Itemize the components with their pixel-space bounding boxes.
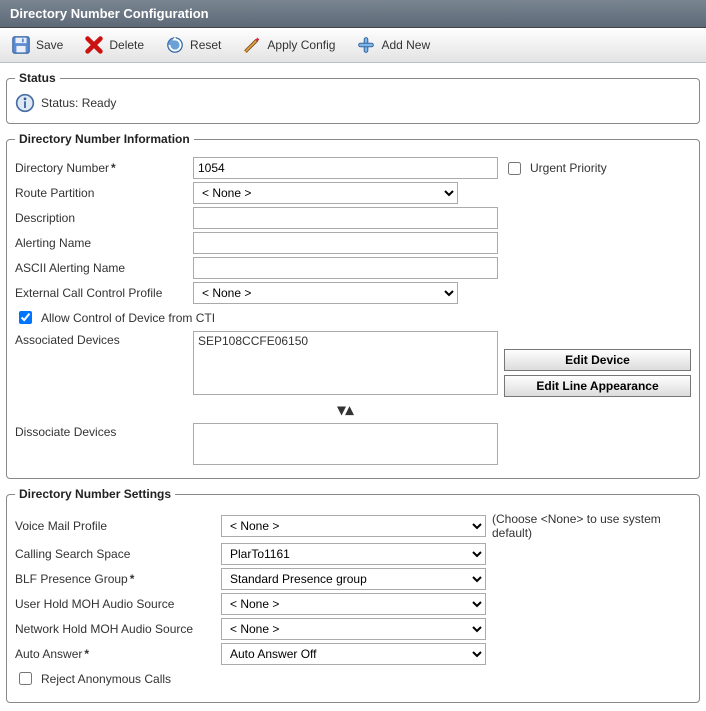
urgent-priority-row[interactable]: Urgent Priority: [504, 159, 691, 178]
pencil-icon: [241, 34, 263, 56]
dn-info-legend: Directory Number Information: [15, 132, 194, 146]
directory-number-input[interactable]: [193, 157, 498, 179]
edit-device-button[interactable]: Edit Device: [504, 349, 691, 371]
label-alerting-name: Alerting Name: [15, 236, 187, 250]
voice-mail-profile-select[interactable]: < None >: [221, 515, 486, 537]
external-profile-select[interactable]: < None >: [193, 282, 458, 304]
status-legend: Status: [15, 71, 60, 85]
status-text: Status: Ready: [41, 96, 116, 110]
description-input[interactable]: [193, 207, 498, 229]
delete-x-icon: [83, 34, 105, 56]
dissociate-devices-list[interactable]: [193, 423, 498, 465]
add-new-button[interactable]: Add New: [351, 32, 434, 58]
auto-answer-select[interactable]: Auto Answer Off: [221, 643, 486, 665]
associated-devices-list[interactable]: SEP108CCFE06150: [193, 331, 498, 395]
label-blf-presence-group: BLF Presence Group: [15, 572, 215, 586]
user-hold-moh-select[interactable]: < None >: [221, 593, 486, 615]
save-label: Save: [36, 38, 63, 52]
urgent-priority-checkbox[interactable]: [508, 162, 521, 175]
dn-settings-group: Directory Number Settings Voice Mail Pro…: [6, 487, 700, 703]
reset-button[interactable]: Reset: [160, 32, 225, 58]
apply-label: Apply Config: [267, 38, 335, 52]
reject-anon-row[interactable]: Reject Anonymous Calls: [15, 669, 691, 688]
reset-icon: [164, 34, 186, 56]
network-hold-moh-select[interactable]: < None >: [221, 618, 486, 640]
allow-cti-label: Allow Control of Device from CTI: [41, 311, 215, 325]
calling-search-space-select[interactable]: PlarTo1161: [221, 543, 486, 565]
label-network-hold-moh: Network Hold MOH Audio Source: [15, 622, 215, 636]
apply-config-button[interactable]: Apply Config: [237, 32, 339, 58]
add-label: Add New: [381, 38, 430, 52]
label-dissociate-devices: Dissociate Devices: [15, 423, 187, 439]
route-partition-select[interactable]: < None >: [193, 182, 458, 204]
toolbar: Save Delete Reset Apply Config Add New: [0, 28, 706, 63]
label-ascii-alerting: ASCII Alerting Name: [15, 261, 187, 275]
label-description: Description: [15, 211, 187, 225]
vmp-hint: (Choose <None> to use system default): [492, 512, 691, 540]
alerting-name-input[interactable]: [193, 232, 498, 254]
plus-icon: [355, 34, 377, 56]
blf-presence-group-select[interactable]: Standard Presence group: [221, 568, 486, 590]
chevron-down-icon: ▾: [337, 402, 345, 419]
label-associated-devices: Associated Devices: [15, 331, 187, 347]
label-directory-number: Directory Number: [15, 161, 187, 175]
urgent-priority-label: Urgent Priority: [530, 161, 607, 175]
label-calling-search-space: Calling Search Space: [15, 547, 215, 561]
label-voice-mail-profile: Voice Mail Profile: [15, 519, 215, 533]
page-title: Directory Number Configuration: [0, 0, 706, 28]
dn-info-group: Directory Number Information Directory N…: [6, 132, 700, 479]
label-route-partition: Route Partition: [15, 186, 187, 200]
reset-label: Reset: [190, 38, 221, 52]
delete-button[interactable]: Delete: [79, 32, 148, 58]
status-group: Status Status: Ready: [6, 71, 700, 124]
save-button[interactable]: Save: [6, 32, 67, 58]
label-user-hold-moh: User Hold MOH Audio Source: [15, 597, 215, 611]
allow-cti-checkbox[interactable]: [19, 311, 32, 324]
delete-label: Delete: [109, 38, 144, 52]
reject-anon-checkbox[interactable]: [19, 672, 32, 685]
label-external-profile: External Call Control Profile: [15, 286, 187, 300]
label-auto-answer: Auto Answer: [15, 647, 215, 661]
edit-line-appearance-button[interactable]: Edit Line Appearance: [504, 375, 691, 397]
info-icon: [15, 93, 35, 113]
chevron-up-icon: ▴: [346, 402, 354, 419]
allow-cti-row[interactable]: Allow Control of Device from CTI: [15, 308, 691, 327]
ascii-alerting-input[interactable]: [193, 257, 498, 279]
reject-anon-label: Reject Anonymous Calls: [41, 672, 171, 686]
move-arrows[interactable]: ▾▴: [193, 400, 498, 420]
floppy-icon: [10, 34, 32, 56]
dn-settings-legend: Directory Number Settings: [15, 487, 175, 501]
